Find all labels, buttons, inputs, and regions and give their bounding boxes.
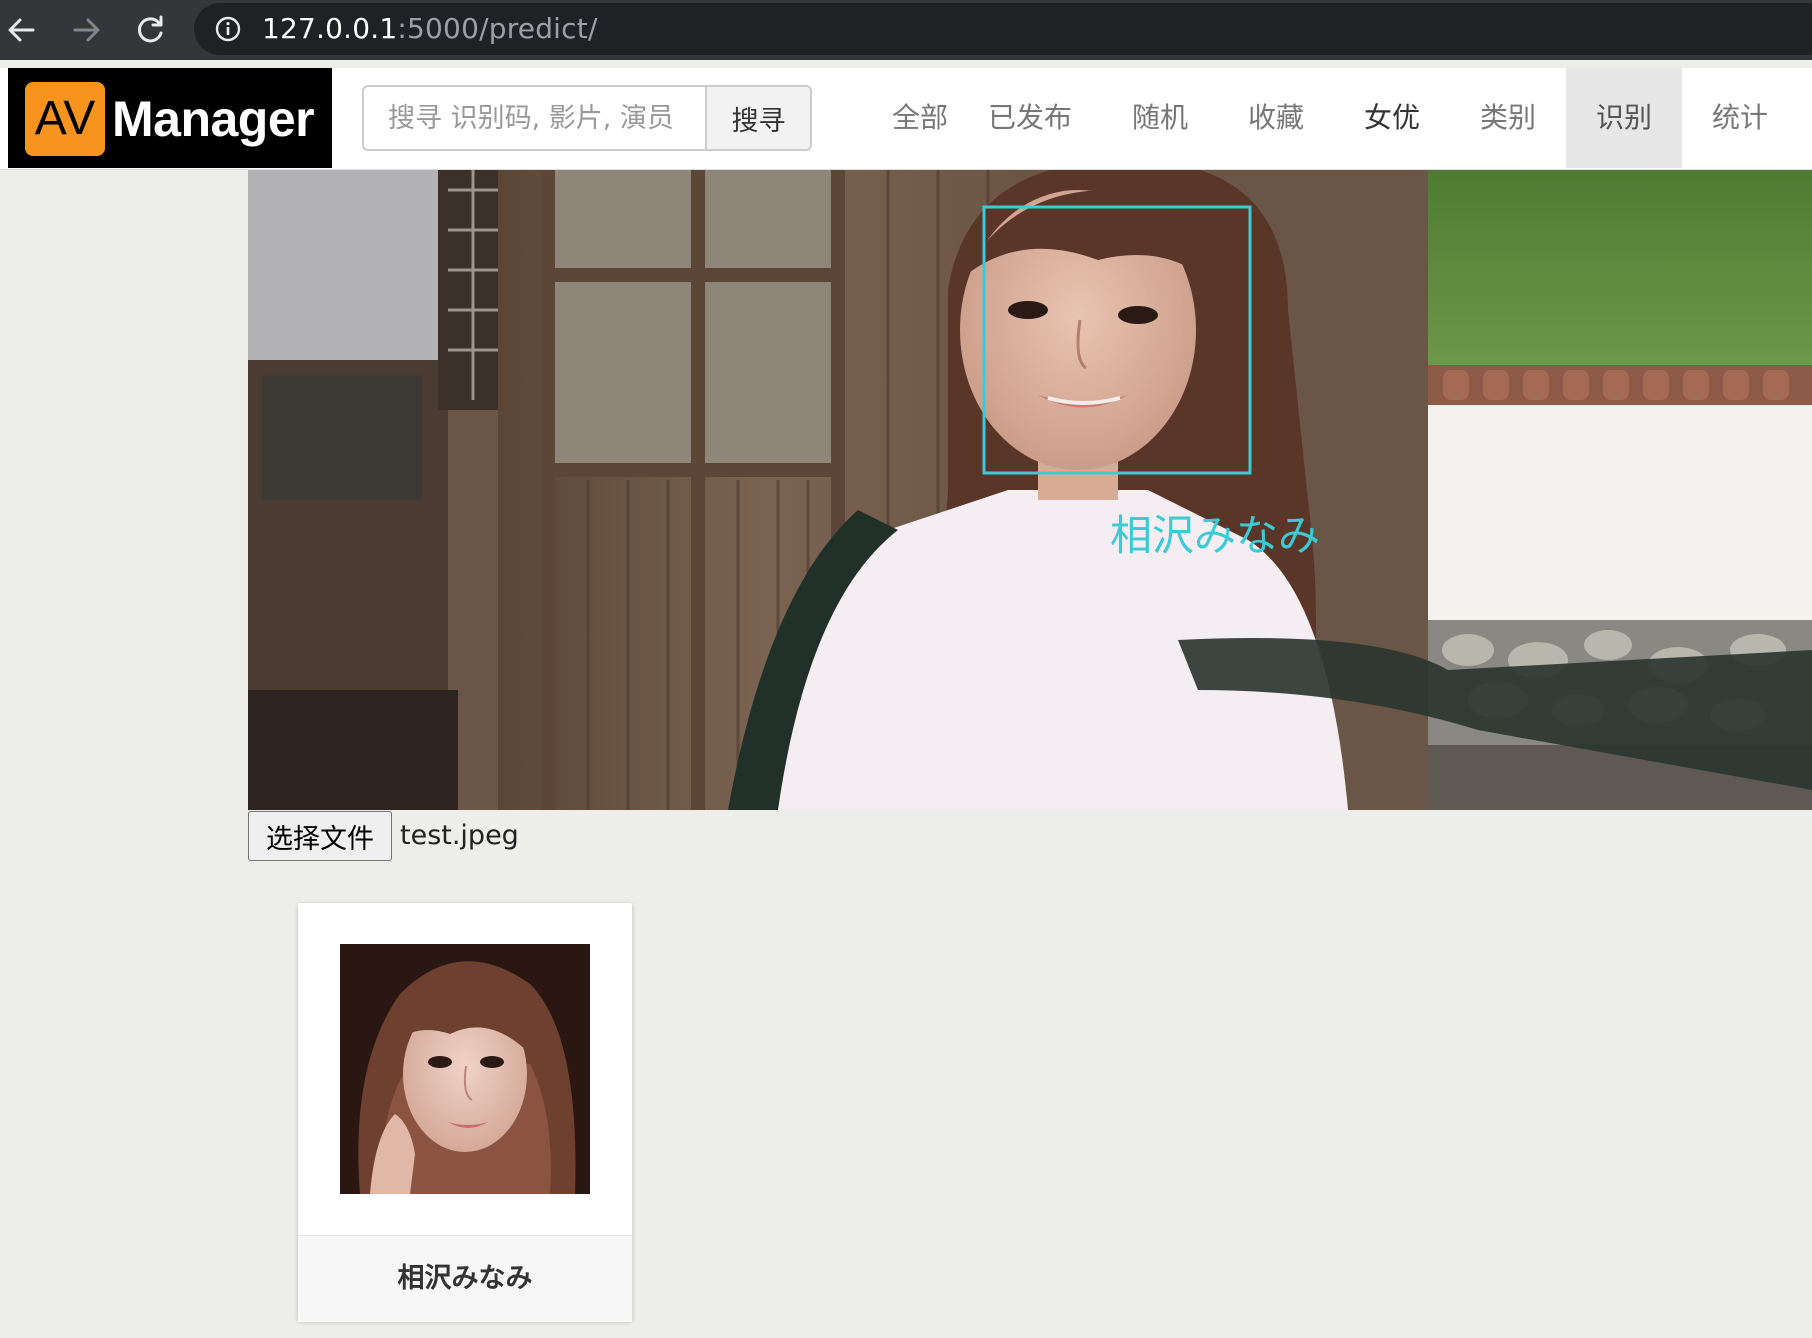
card-footer: 相沢みなみ (298, 1235, 632, 1322)
site-navbar: AV Manager 搜寻 全部 已发布 随机 收藏 女优 类别 识别 统计 (0, 68, 1812, 170)
browser-toolbar: 127.0.0.1:5000/predict/ (0, 0, 1812, 60)
back-icon[interactable] (0, 8, 44, 52)
forward-icon[interactable] (64, 8, 108, 52)
nav-item-categories[interactable]: 类别 (1450, 68, 1566, 168)
search-button[interactable]: 搜寻 (705, 85, 812, 151)
url-path: :5000/predict/ (397, 12, 598, 45)
nav-item-stats[interactable]: 统计 (1682, 68, 1798, 168)
reload-icon[interactable] (128, 8, 172, 52)
search-input[interactable] (362, 85, 706, 151)
brand-logo[interactable]: AV Manager (8, 68, 332, 168)
url-text[interactable]: 127.0.0.1:5000/predict/ (262, 3, 598, 55)
nav-item-random[interactable]: 随机 (1102, 68, 1218, 168)
url-host: 127.0.0.1 (262, 12, 398, 45)
nav-item-recognize[interactable]: 识别 (1566, 68, 1682, 168)
actress-name[interactable]: 相沢みなみ (298, 1236, 632, 1322)
actress-match-card[interactable]: 相沢みなみ (298, 903, 632, 1322)
address-bar[interactable]: 127.0.0.1:5000/predict/ (194, 3, 1812, 55)
choose-file-button[interactable]: 选择文件 (248, 811, 392, 861)
brand-name: Manager (112, 91, 315, 147)
nav-item-actresses[interactable]: 女优 (1334, 68, 1450, 168)
nav-item-favorites[interactable]: 收藏 (1218, 68, 1334, 168)
selected-file-name: test.jpeg (400, 820, 519, 851)
face-detection-label: 相沢みなみ (1110, 511, 1321, 560)
nav-item-published[interactable]: 已发布 (972, 68, 1088, 168)
site-info-icon[interactable] (214, 15, 242, 43)
recognition-result-image: 相沢みなみ (248, 170, 1812, 810)
brand-badge: AV (25, 82, 105, 156)
actress-photo[interactable] (340, 944, 590, 1194)
nav-item-all[interactable]: 全部 (860, 68, 980, 168)
